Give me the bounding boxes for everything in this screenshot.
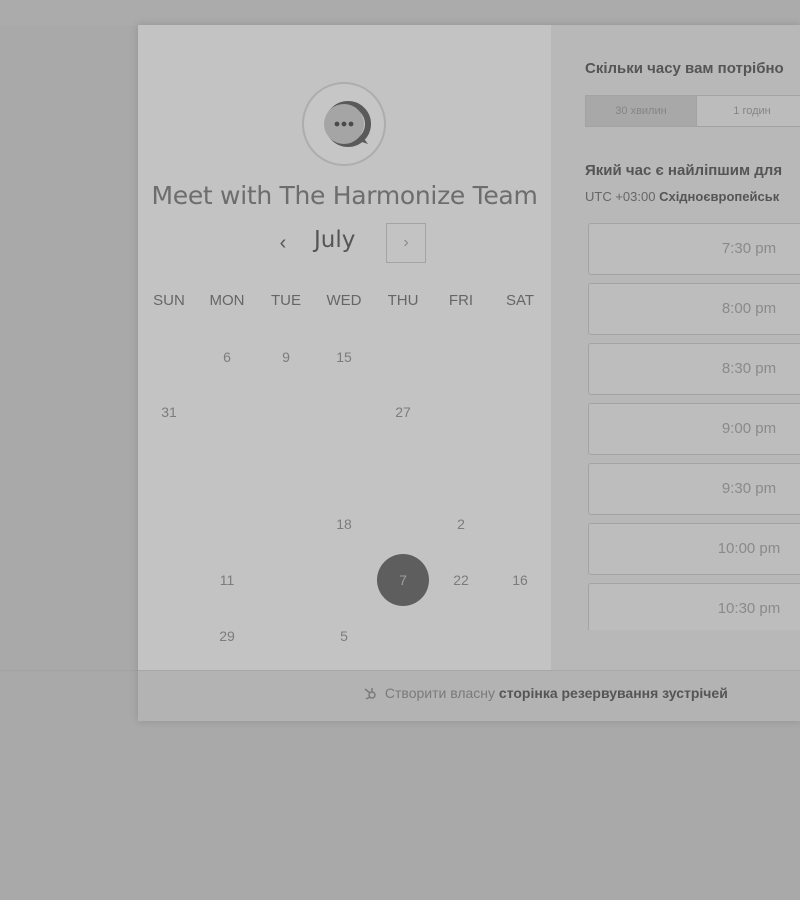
time-slot-button[interactable]: 8:30 pm <box>588 343 800 395</box>
time-slot-list: 7:30 pm 8:00 pm 8:30 pm 9:00 pm 9:30 pm 10:00… <box>588 223 800 630</box>
time-slot-label: 9:00 pm <box>721 420 777 437</box>
footer-link: сторінка резервування зустрічей <box>498 685 728 701</box>
calendar-day[interactable]: 15 <box>318 331 370 383</box>
chevron-left-icon: ‹ <box>279 232 287 254</box>
duration-option-30[interactable]: 30 хвилин <box>585 95 697 127</box>
duration-question: Скільки часу вам потрібно <box>585 60 784 77</box>
page-background-top <box>0 0 800 25</box>
calendar-day[interactable]: 22 <box>435 554 487 606</box>
weekday-label: MON <box>209 292 245 309</box>
footer: Створити власну сторінка резервування зу… <box>138 670 800 721</box>
time-slot-button[interactable]: 10:00 pm <box>588 523 800 575</box>
next-month-button[interactable]: › <box>386 223 426 263</box>
time-slot-label: 9:30 pm <box>721 480 777 497</box>
timezone-selector[interactable]: UTC +03:00 Східноєвропейськ <box>585 189 779 204</box>
create-booking-page-link[interactable]: Створити власну сторінка резервування зу… <box>363 685 728 701</box>
calendar-panel: Meet with The Harmonize Team ‹ July › SU… <box>138 25 551 670</box>
page-title: Meet with The Harmonize Team <box>151 181 538 210</box>
timezone-name: Східноєвропейськ <box>659 189 780 204</box>
calendar-day[interactable]: 5 <box>318 610 370 662</box>
calendar-day[interactable]: 27 <box>377 386 429 438</box>
timezone-offset: UTC +03:00 <box>585 189 656 204</box>
calendar-day[interactable]: 6 <box>201 331 253 383</box>
time-slot-label: 7:30 pm <box>721 240 777 257</box>
hubspot-sprocket-icon <box>364 688 376 700</box>
weekday-label: THU <box>387 292 419 309</box>
footer-prefix: Створити власну <box>384 685 496 701</box>
booking-modal: Meet with The Harmonize Team ‹ July › SU… <box>138 25 800 721</box>
chevron-right-icon: › <box>403 234 409 251</box>
calendar-day[interactable]: 9 <box>260 331 312 383</box>
calendar-day[interactable]: 11 <box>201 554 253 606</box>
prev-month-button[interactable]: ‹ <box>268 223 298 263</box>
time-slot-button[interactable]: 9:00 pm <box>588 403 800 455</box>
time-panel: Скільки часу вам потрібно 30 хвилин 1 го… <box>551 25 800 670</box>
time-slot-button[interactable]: 7:30 pm <box>588 223 800 275</box>
weekday-label: SAT <box>505 292 535 309</box>
divider <box>0 670 138 671</box>
chat-bubble-icon <box>324 101 371 147</box>
calendar-day[interactable]: 16 <box>494 554 546 606</box>
duration-option-60[interactable]: 1 годин <box>696 95 800 127</box>
time-slot-label: 10:30 pm <box>717 600 781 617</box>
time-slot-label: 10:00 pm <box>717 540 781 557</box>
duration-selector: 30 хвилин 1 годин <box>585 95 800 127</box>
weekday-label: TUE <box>271 292 301 309</box>
time-slot-label: 8:00 pm <box>721 300 777 317</box>
weekday-label: SUN <box>153 292 185 309</box>
time-slot-label: 8:30 pm <box>721 360 777 377</box>
calendar-day[interactable]: 31 <box>143 386 195 438</box>
calendar-day[interactable]: 2 <box>435 498 487 550</box>
calendar-day[interactable]: 29 <box>201 610 253 662</box>
time-question: Який час є найліпшим для <box>585 162 783 179</box>
time-slot-button[interactable]: 8:00 pm <box>588 283 800 335</box>
calendar-day-selected[interactable]: 7 <box>377 554 429 606</box>
month-label: July <box>314 227 356 253</box>
weekday-label: FRI <box>448 292 474 309</box>
calendar-day[interactable]: 18 <box>318 498 370 550</box>
month-navigation: ‹ July › <box>138 223 551 265</box>
time-slot-button[interactable]: 10:30 pm <box>588 583 800 630</box>
weekday-label: WED <box>326 292 362 309</box>
time-slot-button[interactable]: 9:30 pm <box>588 463 800 515</box>
team-logo <box>302 82 386 166</box>
